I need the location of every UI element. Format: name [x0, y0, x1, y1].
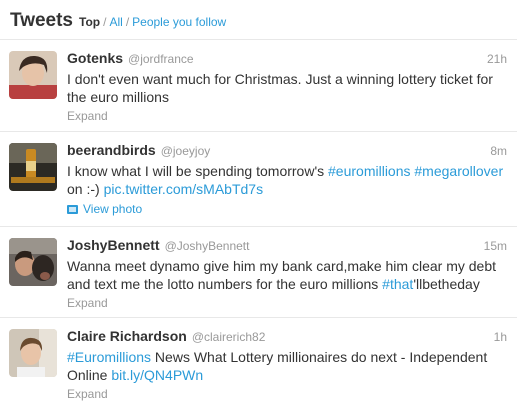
expand-link[interactable]: Expand [67, 387, 507, 401]
avatar[interactable] [9, 51, 57, 99]
tweet-author-handle[interactable]: @jordfrance [128, 52, 194, 66]
tweet-item[interactable]: Claire Richardson @clairerich82 1h #Euro… [0, 318, 517, 411]
filter-separator: / [103, 15, 107, 29]
hashtag-link[interactable]: #Euromillions [67, 349, 151, 365]
hashtag-link[interactable]: #that [382, 276, 413, 292]
filter-separator: / [125, 15, 130, 29]
tweet-text: I know what I will be spending tomorrow'… [67, 162, 507, 198]
filter-people-you-follow[interactable]: People you follow [132, 15, 226, 29]
url-link[interactable]: bit.ly/QN4PWn [111, 367, 203, 383]
tweet-timestamp[interactable]: 8m [490, 144, 507, 158]
avatar[interactable] [9, 238, 57, 286]
tweet-timestamp[interactable]: 15m [484, 239, 507, 253]
tweet-text: #Euromillions News What Lottery milliona… [67, 348, 507, 384]
tweet-filter: Top / All / People you follow [79, 15, 226, 29]
expand-link[interactable]: Expand [67, 109, 507, 123]
photo-icon [67, 204, 78, 214]
tweet-timestamp[interactable]: 21h [487, 52, 507, 66]
tweet-author-handle[interactable]: @JoshyBennett [165, 239, 250, 253]
expand-link[interactable]: Expand [67, 296, 507, 310]
tweet-timestamp[interactable]: 1h [494, 330, 507, 344]
tweets-title: Tweets [10, 10, 74, 31]
tweet-author-handle[interactable]: @clairerich82 [192, 330, 266, 344]
tweet-text: Wanna meet dynamo give him my bank card,… [67, 257, 507, 293]
photo-link[interactable]: pic.twitter.com/sMAbTd7s [104, 181, 264, 197]
tweet-author-name[interactable]: beerandbirds [67, 142, 156, 158]
tweet-author-handle[interactable]: @joeyjoy [161, 144, 211, 158]
tweet-text-segment: I know what I will be spending tomorrow'… [67, 163, 329, 179]
tweet-text: I don't even want much for Christmas. Ju… [67, 71, 493, 105]
tweet-author-name[interactable]: Claire Richardson [67, 328, 187, 344]
filter-top[interactable]: Top [79, 15, 100, 29]
tweet-author-name[interactable]: Gotenks [67, 50, 123, 66]
hashtag-link[interactable]: #euromillions [328, 163, 410, 179]
tweet-text-segment: 'llbetheday [413, 276, 480, 292]
tweet-item[interactable]: beerandbirds @joeyjoy 8m I know what I w… [0, 132, 517, 227]
view-photo-button[interactable]: View photo [67, 202, 507, 216]
view-photo-label: View photo [83, 202, 143, 216]
hashtag-link[interactable]: #megarollover [414, 163, 503, 179]
tweets-header: Tweets Top / All / People you follow [0, 0, 517, 40]
avatar[interactable] [9, 329, 57, 377]
tweet-text-segment: on :-) [67, 181, 104, 197]
avatar[interactable] [9, 143, 57, 191]
tweet-author-name[interactable]: JoshyBennett [67, 237, 160, 253]
tweet-item[interactable]: Gotenks @jordfrance 21h I don't even wan… [0, 40, 517, 132]
tweet-item[interactable]: JoshyBennett @JoshyBennett 15m Wanna mee… [0, 227, 517, 318]
filter-all[interactable]: All [109, 15, 122, 29]
